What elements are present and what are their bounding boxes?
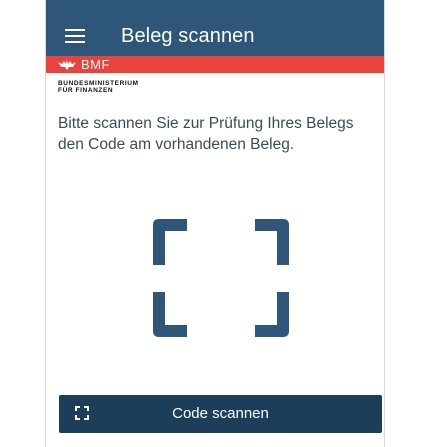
- ministry-logo: BUNDESMINISTERIUM FÜR FINANZEN: [58, 80, 139, 94]
- hamburger-menu-icon[interactable]: [65, 29, 85, 44]
- ministry-line-1: BUNDESMINISTERIUM: [58, 80, 139, 87]
- app-screen: Beleg scannen BMF BUNDESMINISTERIUM FÜR …: [45, 0, 385, 447]
- scan-corner-bottom-left: [153, 292, 187, 337]
- instruction-text: Bitte scannen Sie zur Prüfung Ihres Bele…: [58, 115, 354, 153]
- eagle-crest-icon: [58, 60, 76, 70]
- bmf-logo-text: BMF: [81, 57, 110, 72]
- app-header: Beleg scannen: [46, 0, 384, 56]
- scan-corner-top-right: [255, 219, 289, 265]
- ministry-line-2: FÜR FINANZEN: [58, 87, 114, 94]
- scan-corner-top-left: [153, 219, 187, 265]
- scan-corner-bottom-right: [255, 292, 289, 337]
- page-title: Beleg scannen: [121, 25, 255, 47]
- code-scan-button-label: Code scannen: [172, 405, 269, 422]
- code-scan-button[interactable]: Code scannen: [59, 395, 382, 433]
